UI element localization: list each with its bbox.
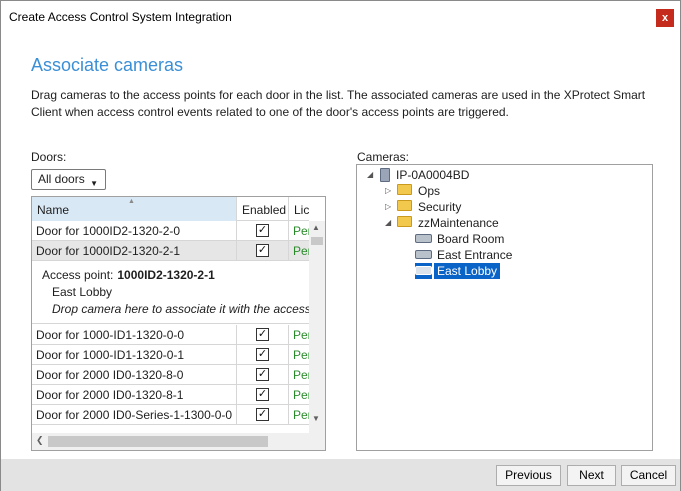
collapsed-arrow-icon: ▷ — [385, 186, 392, 195]
tree-node-folder[interactable]: ▷ Security — [385, 199, 505, 215]
door-name: Door for 2000 ID0-1320-8-1 — [32, 385, 237, 404]
scrollbar-thumb[interactable] — [48, 436, 268, 447]
vertical-scrollbar[interactable]: ▲ ▼ — [309, 221, 325, 433]
table-row-selected[interactable]: Door for 1000ID2-1320-2-1 ✓ Per — [32, 241, 309, 261]
doors-filter-dropdown[interactable]: All doors ▼ — [31, 169, 106, 190]
tree-node-root[interactable]: ◢ IP-0A0004BD — [367, 167, 567, 183]
table-row[interactable]: Door for 2000 ID0-1320-8-0 ✓ Per — [32, 365, 309, 385]
license-cell: Per — [293, 408, 309, 422]
doors-label: Doors: — [31, 150, 67, 164]
license-cell: Per — [293, 348, 309, 362]
table-row[interactable]: Door for 1000-ID1-1320-0-1 ✓ Per — [32, 345, 309, 365]
enabled-checkbox[interactable]: ✓ — [256, 328, 269, 341]
enabled-checkbox[interactable]: ✓ — [256, 408, 269, 421]
associated-camera: East Lobby — [52, 285, 113, 299]
enabled-checkbox[interactable]: ✓ — [256, 224, 269, 237]
chevron-down-icon: ▼ — [90, 179, 98, 188]
folder-icon — [397, 184, 412, 195]
previous-button[interactable]: Previous — [496, 465, 561, 486]
cancel-button[interactable]: Cancel — [621, 465, 676, 486]
enabled-checkbox[interactable]: ✓ — [256, 368, 269, 381]
page-description: Drag cameras to the access points for ea… — [31, 88, 646, 119]
door-name: Door for 2000 ID0-Series-1-1300-0-0 — [32, 405, 237, 424]
scroll-left-icon[interactable]: ❮ — [36, 435, 44, 446]
column-header-enabled[interactable]: Enabled — [237, 197, 289, 221]
license-cell: Per — [293, 368, 309, 382]
column-header-name[interactable]: ▲ Name — [32, 197, 237, 221]
tree-node-folder[interactable]: ◢ zzMaintenance — [385, 215, 525, 231]
enabled-checkbox[interactable]: ✓ — [256, 244, 269, 257]
license-cell: Per — [293, 328, 309, 342]
window-title: Create Access Control System Integration — [9, 10, 232, 24]
tree-node-camera-selected[interactable]: East Lobby — [415, 263, 545, 279]
door-name: Door for 1000-ID1-1320-0-1 — [32, 345, 237, 364]
sort-ascending-icon: ▲ — [128, 198, 135, 205]
license-cell: Per — [293, 224, 309, 238]
camera-icon — [415, 234, 432, 243]
scroll-up-icon[interactable]: ▲ — [312, 223, 320, 232]
doors-grid: ▲ Name Enabled Lic Door for 1000ID2-1320… — [31, 196, 326, 451]
title-bar: Create Access Control System Integration… — [1, 1, 680, 34]
license-cell: Per — [293, 244, 309, 258]
expanded-arrow-icon: ◢ — [385, 218, 392, 227]
close-icon: x — [661, 12, 669, 24]
close-button[interactable]: x — [656, 9, 674, 27]
collapsed-arrow-icon: ▷ — [385, 202, 392, 211]
doors-filter-value: All doors — [38, 172, 85, 186]
access-point-value: 1000ID2-1320-2-1 — [117, 268, 215, 282]
scroll-down-icon[interactable]: ▼ — [312, 414, 320, 423]
enabled-checkbox[interactable]: ✓ — [256, 388, 269, 401]
folder-icon — [397, 200, 412, 211]
door-name: Door for 1000-ID1-1320-0-0 — [32, 325, 237, 344]
access-point-detail[interactable]: Access point: 1000ID2-1320-2-1 East Lobby… — [32, 261, 309, 324]
expanded-arrow-icon: ◢ — [367, 170, 374, 179]
camera-icon — [415, 250, 432, 259]
table-row[interactable]: Door for 2000 ID0-1320-8-1 ✓ Per — [32, 385, 309, 405]
table-row[interactable]: Door for 1000ID2-1320-2-0 ✓ Per — [32, 221, 309, 241]
door-name: Door for 1000ID2-1320-2-0 — [32, 221, 237, 240]
horizontal-scrollbar[interactable]: ❮ — [32, 433, 325, 450]
doors-grid-header: ▲ Name Enabled Lic — [32, 197, 309, 221]
door-name: Door for 1000ID2-1320-2-1 — [32, 241, 237, 260]
table-row[interactable]: Door for 1000-ID1-1320-0-0 ✓ Per — [32, 325, 309, 345]
next-button[interactable]: Next — [567, 465, 616, 486]
access-point-label: Access point: — [42, 268, 114, 282]
license-cell: Per — [293, 388, 309, 402]
door-name: Door for 2000 ID0-1320-8-0 — [32, 365, 237, 384]
drop-target-hint: Drop camera here to associate it with th… — [52, 302, 309, 316]
page-heading: Associate cameras — [31, 55, 184, 75]
table-row[interactable]: Door for 2000 ID0-Series-1-1300-0-0 ✓ Pe… — [32, 405, 309, 425]
tree-node-camera[interactable]: Board Room — [415, 231, 545, 247]
dialog-window: Create Access Control System Integration… — [0, 0, 681, 491]
tree-node-folder[interactable]: ▷ Ops — [385, 183, 505, 199]
server-icon — [380, 168, 390, 182]
tree-node-camera[interactable]: East Entrance — [415, 247, 545, 263]
cameras-tree: ◢ IP-0A0004BD ▷ Ops ▷ Security ◢ zzMaint… — [356, 164, 653, 451]
folder-icon — [397, 216, 412, 227]
dialog-footer: Previous Next Cancel — [1, 459, 680, 491]
cameras-label: Cameras: — [357, 150, 410, 164]
camera-icon — [415, 266, 432, 275]
enabled-checkbox[interactable]: ✓ — [256, 348, 269, 361]
scrollbar-thumb[interactable] — [311, 237, 323, 245]
column-header-license[interactable]: Lic — [289, 197, 319, 221]
